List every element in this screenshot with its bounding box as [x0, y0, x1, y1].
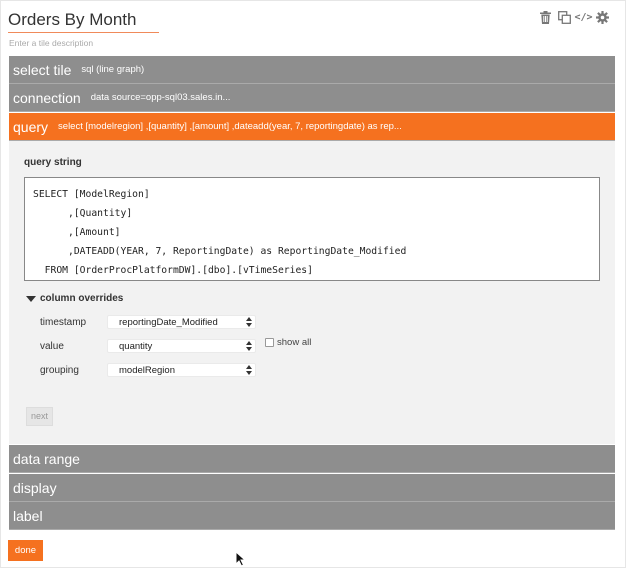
timestamp-select-value: reportingDate_Modified	[119, 317, 218, 328]
grouping-select[interactable]: modelRegion	[107, 363, 256, 377]
code-icon[interactable]: </>	[574, 10, 592, 24]
column-overrides-label: column overrides	[40, 293, 124, 304]
panel-summary: sql (line graph)	[81, 64, 145, 75]
show-all-option[interactable]: show all	[265, 337, 311, 348]
query-panel-body: query string SELECT [ModelRegion] ,[Quan…	[9, 141, 615, 444]
column-overrides-toggle[interactable]: column overrides	[26, 293, 123, 304]
mouse-cursor-icon	[235, 551, 247, 567]
query-string-label: query string	[24, 157, 82, 168]
query-line: ,[Amount]	[33, 227, 121, 238]
done-button[interactable]: done	[8, 540, 43, 561]
title-underline	[8, 32, 159, 33]
show-all-label: show all	[277, 337, 312, 348]
value-select[interactable]: quantity	[107, 339, 256, 353]
panel-name: data range	[13, 450, 80, 467]
grouping-label: grouping	[40, 365, 79, 376]
select-arrows-icon	[246, 365, 252, 375]
query-line: FROM [OrderProcPlatformDW].[dbo].[vTimeS…	[33, 265, 313, 276]
value-select-value: quantity	[119, 341, 153, 352]
panel-data-range[interactable]: data range	[9, 445, 615, 473]
timestamp-label: timestamp	[40, 317, 87, 328]
panel-select-tile[interactable]: select tile sql (line graph)	[9, 56, 615, 84]
caret-down-icon	[26, 295, 36, 302]
tile-description-input[interactable]: Enter a tile description	[9, 38, 93, 48]
panel-label[interactable]: label	[9, 502, 615, 530]
panel-name: query	[13, 118, 49, 135]
panel-display[interactable]: display	[9, 474, 615, 502]
query-line: ,DATEADD(YEAR, 7, ReportingDate) as Repo…	[33, 246, 407, 257]
query-line: SELECT [ModelRegion]	[33, 189, 150, 200]
panel-name: select tile	[13, 61, 72, 78]
gear-icon[interactable]	[596, 10, 609, 24]
panel-summary: select [modelregion] ,[quantity] ,[amoun…	[58, 121, 402, 132]
tile-toolbar: </>	[539, 10, 609, 24]
query-string-editor[interactable]: SELECT [ModelRegion] ,[Quantity] ,[Amoun…	[24, 177, 600, 281]
panel-name: display	[13, 479, 57, 496]
panel-name: connection	[13, 89, 81, 106]
grouping-select-value: modelRegion	[119, 365, 175, 376]
select-arrows-icon	[246, 317, 252, 327]
query-line: ,[Quantity]	[33, 208, 133, 219]
tile-editor: Orders By Month Enter a tile description…	[0, 0, 626, 568]
value-label: value	[40, 341, 64, 352]
timestamp-select[interactable]: reportingDate_Modified	[107, 315, 256, 329]
panel-connection[interactable]: connection data source=opp-sql03.sales.i…	[9, 84, 615, 112]
panel-query[interactable]: query select [modelregion] ,[quantity] ,…	[9, 113, 615, 141]
panel-summary: data source=opp-sql03.sales.in...	[90, 92, 231, 103]
show-all-checkbox[interactable]	[265, 338, 274, 347]
select-arrows-icon	[246, 341, 252, 351]
tile-title-input[interactable]: Orders By Month	[8, 10, 137, 30]
next-button[interactable]: next	[26, 407, 53, 426]
copy-icon[interactable]	[558, 10, 571, 24]
panel-name: label	[13, 507, 43, 524]
trash-icon[interactable]	[539, 10, 552, 24]
